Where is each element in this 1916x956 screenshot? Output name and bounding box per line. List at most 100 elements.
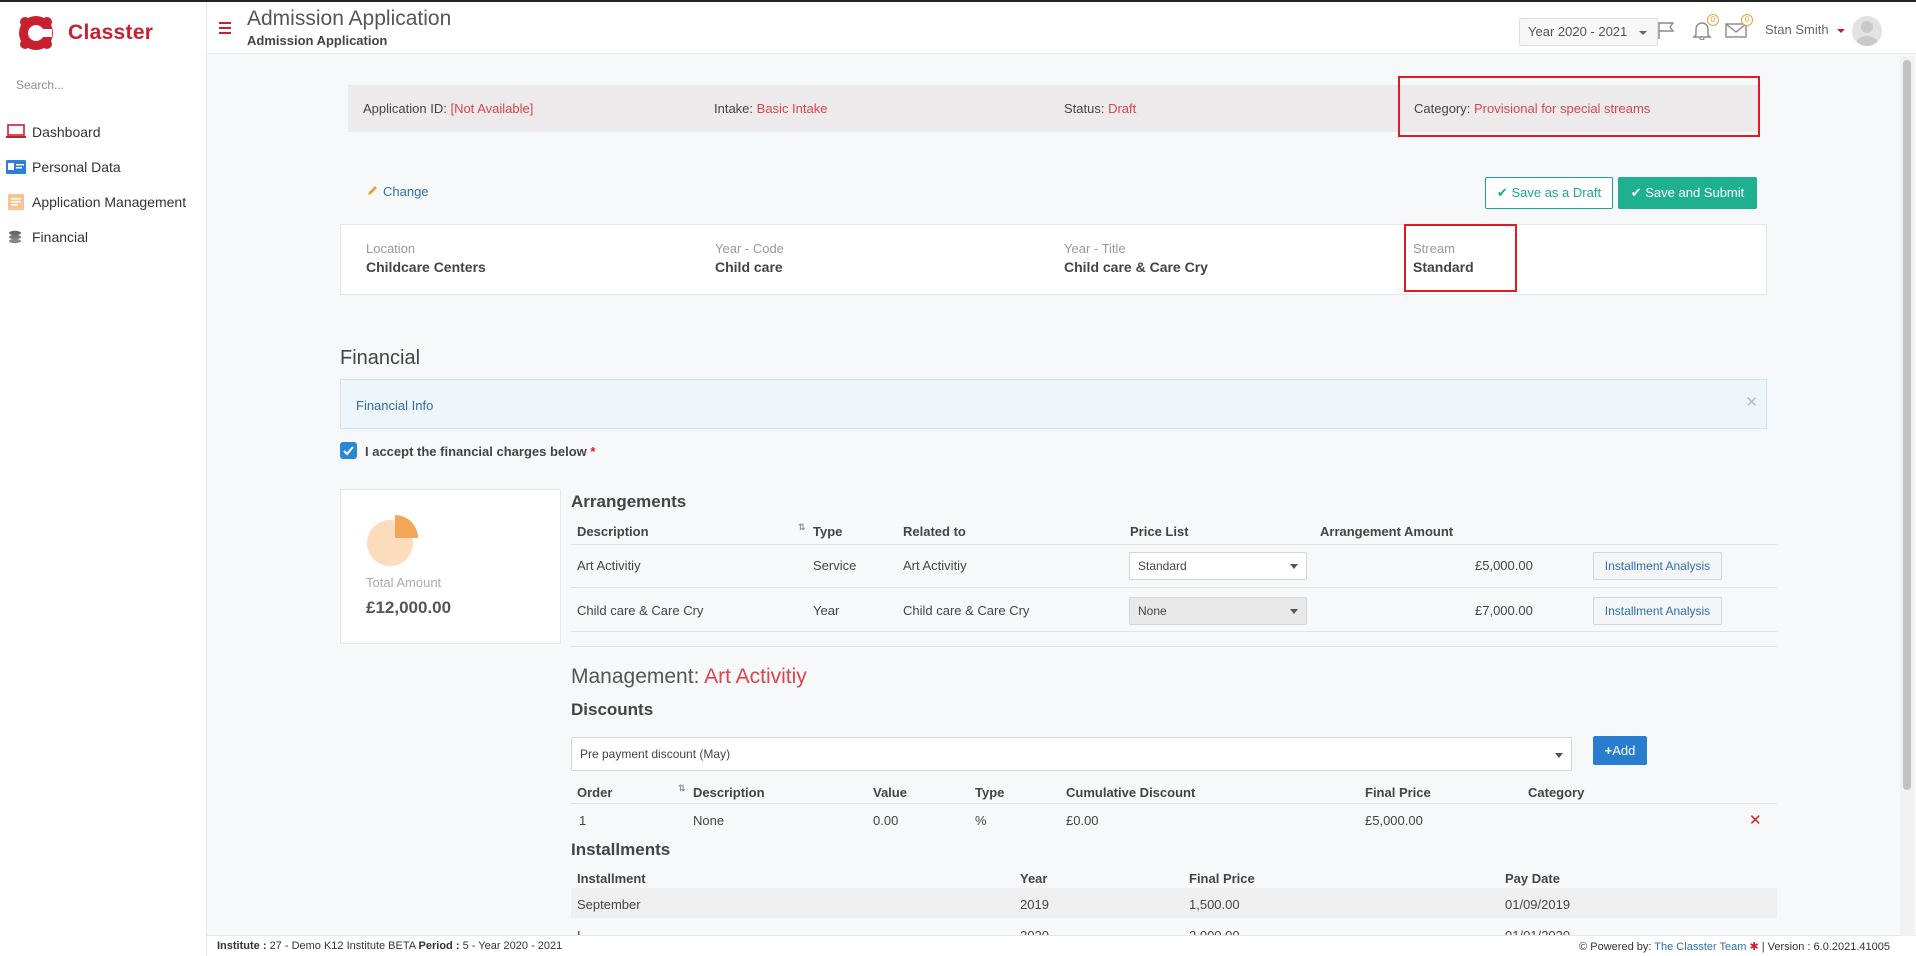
year-code-field: Year - Code Child care (715, 241, 784, 275)
sidebar-item-label: Application Management (32, 193, 187, 210)
sidebar-search-input[interactable]: Search... (16, 78, 64, 92)
pencil-icon (367, 184, 379, 199)
arrangements-title: Arrangements (571, 492, 687, 511)
col-description[interactable]: Description (577, 524, 649, 539)
chevron-down-icon (1639, 31, 1648, 35)
col-category[interactable]: Category (1528, 785, 1584, 800)
brand[interactable]: Classter (16, 12, 153, 54)
col-type[interactable]: Type (813, 524, 842, 539)
coins-icon (6, 229, 26, 245)
pie-chart-icon (366, 515, 418, 570)
year-select-value: Year 2020 - 2021 (1528, 24, 1628, 39)
classter-team-link[interactable]: The Classter Team (1654, 941, 1746, 953)
arrangement-type: Service (813, 558, 857, 573)
discount-cumulative: £0.00 (1066, 813, 1099, 828)
application-details-card: Location Childcare Centers Year - Code C… (340, 224, 1767, 295)
sidebar-item-personal-data[interactable]: Personal Data (0, 149, 207, 184)
col-order[interactable]: Order (577, 785, 612, 800)
col-value[interactable]: Value (873, 785, 907, 800)
page-scrollbar[interactable] (1900, 56, 1914, 936)
price-list-select[interactable]: None (1129, 597, 1307, 625)
bell-icon[interactable]: 0 (1691, 14, 1719, 41)
divider (571, 544, 1777, 545)
management-name: Art Activitiy (704, 665, 807, 688)
col-description[interactable]: Description (693, 785, 765, 800)
divider (571, 631, 1777, 632)
classter-logo-icon (16, 13, 56, 53)
financial-info-panel: Financial Info ✕ (340, 379, 1767, 429)
stream-highlight-box (1404, 224, 1517, 292)
price-list-value: None (1138, 604, 1167, 618)
col-arrangement-amount[interactable]: Arrangement Amount (1320, 524, 1453, 539)
footer: Institute : 27 - Demo K12 Institute BETA… (207, 935, 1916, 956)
arrangement-amount: £7,000.00 (1475, 603, 1533, 618)
close-icon[interactable]: ✕ (1745, 393, 1758, 411)
user-menu-caret-icon[interactable] (1837, 29, 1845, 33)
save-and-submit-button[interactable]: ✔ Save and Submit (1618, 177, 1757, 209)
col-final-price[interactable]: Final Price (1365, 785, 1431, 800)
financial-info-label: Financial Info (356, 398, 434, 413)
col-installment[interactable]: Installment (577, 871, 646, 886)
discount-select[interactable]: Pre payment discount (May) (571, 737, 1572, 771)
sidebar-item-application-management[interactable]: Application Management (0, 184, 207, 219)
installment-analysis-button[interactable]: Installment Analysis (1593, 597, 1722, 625)
intake: Intake: Basic Intake (714, 101, 827, 116)
col-cumulative-discount[interactable]: Cumulative Discount (1066, 785, 1195, 800)
status-value: Draft (1108, 101, 1137, 116)
change-link[interactable]: Change (367, 184, 429, 199)
arrangement-related-to: Child care & Care Cry (903, 603, 1030, 618)
sidebar-item-financial[interactable]: Financial (0, 219, 207, 254)
check-icon: ✔ (1496, 185, 1508, 200)
divider (571, 587, 1777, 588)
scrollbar-thumb[interactable] (1903, 60, 1911, 790)
sidebar-item-label: Personal Data (32, 158, 121, 175)
period-value: 5 - Year 2020 - 2021 (462, 940, 563, 952)
price-list-select[interactable]: Standard (1129, 552, 1307, 580)
footer-powered-by: © Powered by: The Classter Team ✱ | Vers… (1579, 940, 1890, 953)
flag-icon[interactable] (1656, 20, 1678, 40)
sort-icon[interactable]: ⇅ (678, 783, 686, 794)
save-as-draft-button[interactable]: ✔ Save as a Draft (1485, 177, 1613, 209)
col-pay-date[interactable]: Pay Date (1505, 871, 1560, 886)
delete-discount-icon[interactable]: ✕ (1749, 811, 1762, 829)
document-icon (6, 193, 26, 210)
required-mark: * (590, 444, 596, 459)
version-value: 6.0.2021.41005 (1813, 941, 1890, 953)
status-label: Status: (1064, 101, 1105, 116)
discount-description: None (693, 813, 725, 828)
year-select[interactable]: Year 2020 - 2021 (1519, 18, 1659, 46)
hamburger-menu-icon[interactable] (219, 22, 231, 34)
id-card-icon (6, 159, 26, 175)
col-year[interactable]: Year (1020, 871, 1047, 886)
save-draft-label: Save as a Draft (1511, 185, 1602, 200)
avatar[interactable] (1852, 16, 1882, 46)
envelope-icon[interactable]: 0 (1725, 14, 1753, 40)
col-type[interactable]: Type (975, 785, 1004, 800)
save-submit-label: Save and Submit (1645, 185, 1745, 200)
sort-icon[interactable]: ⇅ (798, 522, 806, 533)
installments-title: Installments (571, 840, 671, 859)
col-final-price[interactable]: Final Price (1189, 871, 1255, 886)
arrangement-description: Child care & Care Cry (577, 603, 704, 618)
intake-value: Basic Intake (756, 101, 828, 116)
discount-value: 0.00 (873, 813, 899, 828)
installment-pay-date: 01/09/2019 (1505, 897, 1571, 912)
col-price-list[interactable]: Price List (1130, 524, 1189, 539)
col-related-to[interactable]: Related to (903, 524, 966, 539)
page-title: Admission Application (247, 7, 452, 30)
location-field: Location Childcare Centers (366, 241, 486, 275)
notification-count-badge: 0 (1707, 14, 1719, 26)
user-name[interactable]: Stan Smith (1765, 22, 1829, 37)
installment-analysis-button[interactable]: Installment Analysis (1593, 552, 1722, 580)
management-label: Management: (571, 665, 700, 688)
arrangement-type: Year (813, 603, 840, 618)
price-list-value: Standard (1138, 559, 1187, 573)
version-label: | Version : (1761, 941, 1811, 953)
financial-section-title: Financial (340, 347, 421, 369)
sidebar-item-dashboard[interactable]: Dashboard (0, 114, 207, 149)
total-amount-card: Total Amount £12,000.00 (340, 489, 561, 644)
add-discount-button[interactable]: +Add (1593, 736, 1647, 765)
accept-charges-checkbox[interactable] (340, 442, 357, 459)
total-amount-value: £12,000.00 (366, 598, 452, 617)
sidebar-nav: Dashboard Personal Data Application Mana… (0, 114, 207, 254)
